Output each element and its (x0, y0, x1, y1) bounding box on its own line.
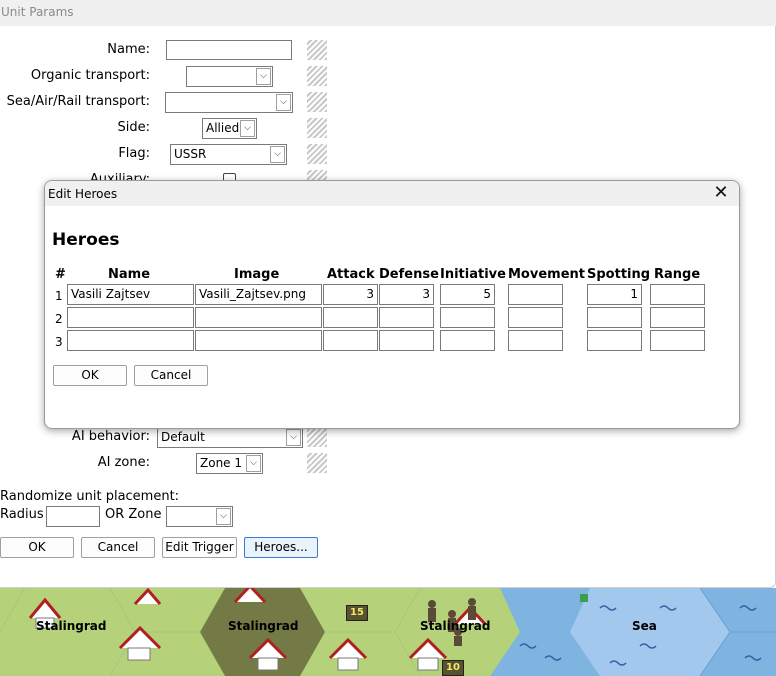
column-header-defense: Defense (379, 267, 439, 282)
radius-label: Radius (0, 507, 44, 522)
row-number: 2 (55, 312, 63, 326)
hero-defense-input[interactable]: 3 (379, 284, 434, 305)
hero-spotting-input[interactable] (587, 330, 642, 351)
sea-air-rail-transport-select[interactable]: ⌵ (165, 92, 293, 113)
hero-attack-input[interactable] (323, 330, 378, 351)
dialog-cancel-button[interactable]: Cancel (134, 365, 208, 386)
randomize-zone-select[interactable]: ⌵ (166, 506, 233, 527)
chevron-down-icon[interactable]: ⌵ (216, 508, 231, 525)
map-terrain (0, 588, 776, 676)
sea-air-rail-transport-label: Sea/Air/Rail transport: (6, 94, 150, 109)
grip-icon (307, 92, 327, 112)
column-header-attack: Attack (327, 267, 375, 282)
column-header-spotting: Spotting (587, 267, 651, 282)
hero-image-input[interactable]: Vasili_Zajtsev.png (195, 284, 322, 305)
map-label-stalingrad-1: Stalingrad (36, 619, 107, 633)
hero-spotting-input[interactable]: 1 (587, 284, 642, 305)
randomize-heading: Randomize unit placement: (0, 489, 180, 504)
column-header-range: Range (654, 267, 701, 282)
side-select[interactable]: Allied ⌵ (202, 118, 257, 139)
hero-spotting-input[interactable] (587, 307, 642, 328)
ok-button[interactable]: OK (0, 537, 74, 558)
side-label: Side: (117, 120, 151, 135)
flag-select[interactable]: USSR ⌵ (170, 144, 287, 165)
hero-attack-input[interactable] (323, 307, 378, 328)
dialog-titlebar[interactable]: Edit Heroes ✕ (45, 181, 739, 206)
hero-defense-input[interactable] (379, 330, 434, 351)
map-label-stalingrad-3: Stalingrad (420, 619, 491, 633)
organic-transport-select[interactable]: ⌵ (186, 66, 273, 87)
heroes-heading: Heroes (52, 230, 120, 250)
hero-image-input[interactable] (195, 307, 322, 328)
ai-zone-select[interactable]: Zone 1 ⌵ (196, 453, 263, 474)
map-view[interactable]: Stalingrad Stalingrad Stalingrad Sea 15 … (0, 588, 776, 676)
map-label-stalingrad-2: Stalingrad (228, 619, 299, 633)
hero-range-input[interactable] (650, 330, 705, 351)
hero-range-input[interactable] (650, 307, 705, 328)
flag-label: Flag: (118, 146, 150, 161)
grip-icon (307, 40, 327, 60)
chevron-down-icon[interactable]: ⌵ (276, 94, 291, 111)
hero-defense-input[interactable] (379, 307, 434, 328)
cancel-button[interactable]: Cancel (81, 537, 155, 558)
column-header-name: Name (108, 267, 151, 282)
ai-behavior-label: AI behavior: (71, 429, 150, 444)
ai-zone-label: AI zone: (97, 455, 150, 470)
unit-strength-badge: 15 (346, 605, 368, 621)
hero-name-input[interactable] (67, 330, 194, 351)
hero-initiative-input[interactable]: 5 (440, 284, 495, 305)
grip-icon (307, 118, 327, 138)
hero-name-input[interactable] (67, 307, 194, 328)
chevron-down-icon[interactable]: ⌵ (246, 455, 261, 472)
grip-icon (307, 66, 327, 86)
grip-icon (307, 144, 327, 164)
hero-name-input[interactable]: Vasili Zajtsev (67, 284, 194, 305)
zone-label: OR Zone (105, 507, 162, 522)
grip-icon (307, 427, 327, 447)
edit-trigger-button[interactable]: Edit Trigger (162, 537, 237, 558)
radius-input[interactable] (46, 506, 100, 527)
map-label-sea: Sea (632, 619, 657, 633)
organic-transport-label: Organic transport: (30, 68, 150, 83)
flag-value: USSR (174, 147, 207, 161)
hero-image-input[interactable] (195, 330, 322, 351)
chevron-down-icon[interactable]: ⌵ (270, 146, 285, 163)
column-header-number: # (55, 267, 66, 282)
column-header-initiative: Initiative (440, 267, 506, 282)
hero-movement-input[interactable] (508, 330, 563, 351)
close-icon[interactable]: ✕ (711, 183, 731, 203)
hero-initiative-input[interactable] (440, 330, 495, 351)
hero-initiative-input[interactable] (440, 307, 495, 328)
chevron-down-icon[interactable]: ⌵ (240, 120, 255, 137)
row-number: 3 (55, 335, 63, 349)
window-titlebar[interactable]: Unit Params (0, 0, 776, 26)
hero-attack-input[interactable]: 3 (323, 284, 378, 305)
row-number: 1 (55, 289, 63, 303)
hero-movement-input[interactable] (508, 307, 563, 328)
side-value: Allied (206, 121, 240, 135)
window-title: Unit Params (1, 5, 74, 19)
edit-heroes-dialog: Edit Heroes ✕ Heroes # Name Image Attack… (44, 180, 740, 429)
chevron-down-icon[interactable]: ⌵ (286, 429, 301, 446)
column-header-image: Image (234, 267, 280, 282)
ai-zone-value: Zone 1 (200, 456, 242, 470)
chevron-down-icon[interactable]: ⌵ (256, 68, 271, 85)
name-label: Name: (107, 42, 150, 57)
ai-behavior-select[interactable]: Default ⌵ (157, 427, 303, 448)
hero-movement-input[interactable] (508, 284, 563, 305)
grip-icon (307, 453, 327, 473)
column-header-movement: Movement (508, 267, 585, 282)
heroes-button[interactable]: Heroes... (244, 537, 318, 558)
ai-behavior-value: Default (161, 430, 205, 444)
dialog-title: Edit Heroes (48, 187, 118, 201)
unit-strength-badge: 10 (442, 660, 464, 676)
anchor-icon (580, 594, 588, 602)
dialog-ok-button[interactable]: OK (53, 365, 127, 386)
name-input[interactable] (166, 40, 292, 60)
hero-range-input[interactable] (650, 284, 705, 305)
